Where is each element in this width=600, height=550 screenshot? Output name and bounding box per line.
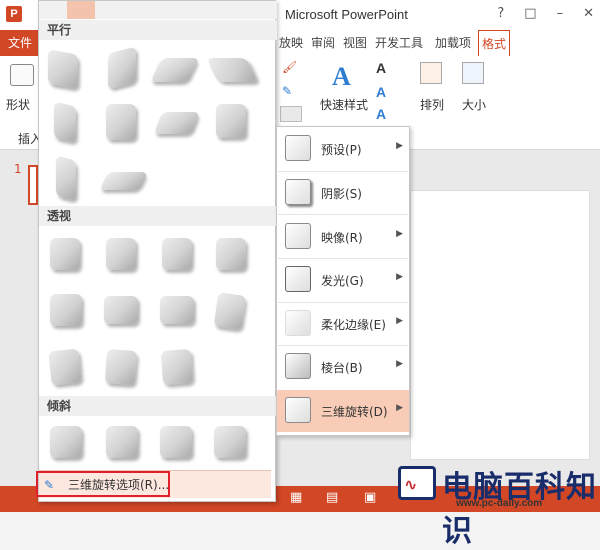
heartbeat-icon: ∿ — [404, 475, 418, 494]
preset-oblique-3[interactable] — [160, 426, 192, 458]
window-controls: ? □ – ✕ — [497, 6, 594, 21]
quick-styles-icon[interactable]: A — [332, 62, 351, 92]
preset-parallel-5[interactable] — [54, 101, 76, 143]
shape-edit-icon[interactable] — [10, 64, 34, 86]
arrange-label[interactable]: 排列 — [420, 96, 444, 113]
normal-view-icon[interactable]: ▦ — [290, 490, 302, 505]
tab-view[interactable]: 视图 — [340, 30, 370, 56]
submenu-arrow-icon: ▶ — [396, 316, 403, 326]
glow-effect-icon — [285, 266, 311, 292]
reflection-effect-icon — [285, 223, 311, 249]
section-parallel: 平行 — [39, 20, 277, 40]
soft-edges-effect-icon — [285, 310, 311, 336]
preset-perspective-2[interactable] — [106, 238, 136, 270]
preset-oblique-1[interactable] — [50, 426, 82, 458]
submenu-arrow-icon: ▶ — [396, 141, 403, 151]
shape-fill-icon[interactable]: 🖌 — [282, 60, 297, 74]
3d-options-icon: ✎ — [44, 478, 55, 492]
preset-perspective-6[interactable] — [104, 296, 138, 324]
section-oblique: 倾斜 — [39, 396, 277, 416]
preset-perspective-9[interactable] — [48, 348, 82, 386]
preset-perspective-8[interactable] — [213, 292, 247, 330]
restore-ribbon-button[interactable]: □ — [524, 6, 536, 21]
text-outline-icon[interactable]: A — [376, 84, 386, 100]
tab-review[interactable]: 审阅 — [308, 30, 338, 56]
menu-item-label: 映像(R) — [321, 231, 363, 245]
menu-item-preset[interactable]: 预设(P) ▶ — [277, 128, 409, 170]
tab-addins[interactable]: 加载项 — [432, 30, 474, 56]
menu-item-reflection[interactable]: 映像(R) ▶ — [277, 216, 409, 258]
size-label[interactable]: 大小 — [462, 96, 486, 113]
preset-parallel-6[interactable] — [106, 104, 136, 140]
menu-item-bevel[interactable]: 棱台(B) ▶ — [277, 346, 409, 388]
preset-perspective-5[interactable] — [50, 294, 82, 326]
preset-perspective-4[interactable] — [216, 238, 246, 270]
preset-effect-icon — [285, 135, 311, 161]
slide-number: 1 — [14, 162, 22, 176]
shape-effects-icon[interactable] — [280, 106, 302, 122]
quick-styles-label[interactable]: 快速样式 — [320, 96, 368, 113]
menu-item-label: 发光(G) — [321, 274, 364, 288]
preset-parallel-1[interactable] — [48, 49, 78, 89]
powerpoint-logo-icon: P — [6, 6, 22, 22]
arrange-icon[interactable] — [420, 62, 442, 84]
shape-outline-icon[interactable]: ✎ — [282, 84, 292, 98]
watermark-url: www.pc-daily.com — [456, 498, 543, 509]
preset-perspective-10[interactable] — [104, 348, 138, 386]
menu-item-soft-edges[interactable]: 柔化边缘(E) ▶ — [277, 303, 409, 345]
shadow-effect-icon — [285, 179, 311, 205]
menu-item-glow[interactable]: 发光(G) ▶ — [277, 259, 409, 301]
tab-developer[interactable]: 开发工具 — [372, 30, 426, 56]
bevel-effect-icon — [285, 353, 311, 379]
preset-parallel-2[interactable] — [108, 46, 136, 90]
preset-parallel-8[interactable] — [216, 104, 246, 138]
text-effects-icon[interactable]: A — [376, 106, 386, 122]
menu-item-label: 三维旋转(D) — [321, 405, 388, 419]
menu-item-label: 棱台(B) — [321, 361, 363, 375]
preset-perspective-7[interactable] — [160, 296, 194, 324]
submenu-arrow-icon: ▶ — [396, 272, 403, 282]
minimize-button[interactable]: – — [557, 6, 564, 21]
slide-canvas[interactable] — [410, 190, 590, 460]
menu-item-shadow[interactable]: 阴影(S) — [277, 172, 409, 214]
menu-item-label: 阴影(S) — [321, 187, 362, 201]
preset-parallel-9[interactable] — [56, 155, 76, 201]
submenu-arrow-icon: ▶ — [396, 359, 403, 369]
window-title: Microsoft PowerPoint — [285, 7, 408, 22]
tab-slideshow[interactable]: 放映 — [276, 30, 306, 56]
text-fill-icon[interactable]: A — [376, 60, 386, 76]
menu-divider — [278, 214, 408, 215]
tab-file[interactable]: 文件 — [0, 30, 40, 56]
menu-item-label: 柔化边缘(E) — [321, 318, 386, 332]
3d-rotation-effect-icon — [285, 397, 311, 423]
tab-format[interactable]: 格式 — [478, 30, 511, 56]
gallery-top-selection[interactable] — [67, 1, 95, 19]
preset-perspective-11[interactable] — [160, 348, 194, 386]
menu-item-label: 预设(P) — [321, 143, 362, 157]
size-icon[interactable] — [462, 62, 484, 84]
help-button[interactable]: ? — [497, 6, 504, 21]
submenu-arrow-icon: ▶ — [396, 229, 403, 239]
slide-thumbnail[interactable] — [28, 165, 38, 205]
shape-label: 形状 — [6, 98, 31, 112]
preset-oblique-4[interactable] — [214, 426, 246, 458]
reading-view-icon[interactable]: ▤ — [326, 490, 338, 505]
rotation-options-label[interactable]: 三维旋转选项(R)... — [68, 476, 169, 493]
preset-perspective-3[interactable] — [162, 238, 192, 270]
preset-perspective-1[interactable] — [50, 238, 80, 270]
slideshow-view-icon[interactable]: ▣ — [364, 490, 376, 505]
menu-item-3d-rotation[interactable]: 三维旋转(D) ▶ — [277, 390, 409, 432]
close-button[interactable]: ✕ — [583, 6, 594, 21]
preset-oblique-2[interactable] — [106, 426, 138, 458]
submenu-arrow-icon: ▶ — [396, 403, 403, 413]
section-perspective: 透视 — [39, 206, 277, 226]
